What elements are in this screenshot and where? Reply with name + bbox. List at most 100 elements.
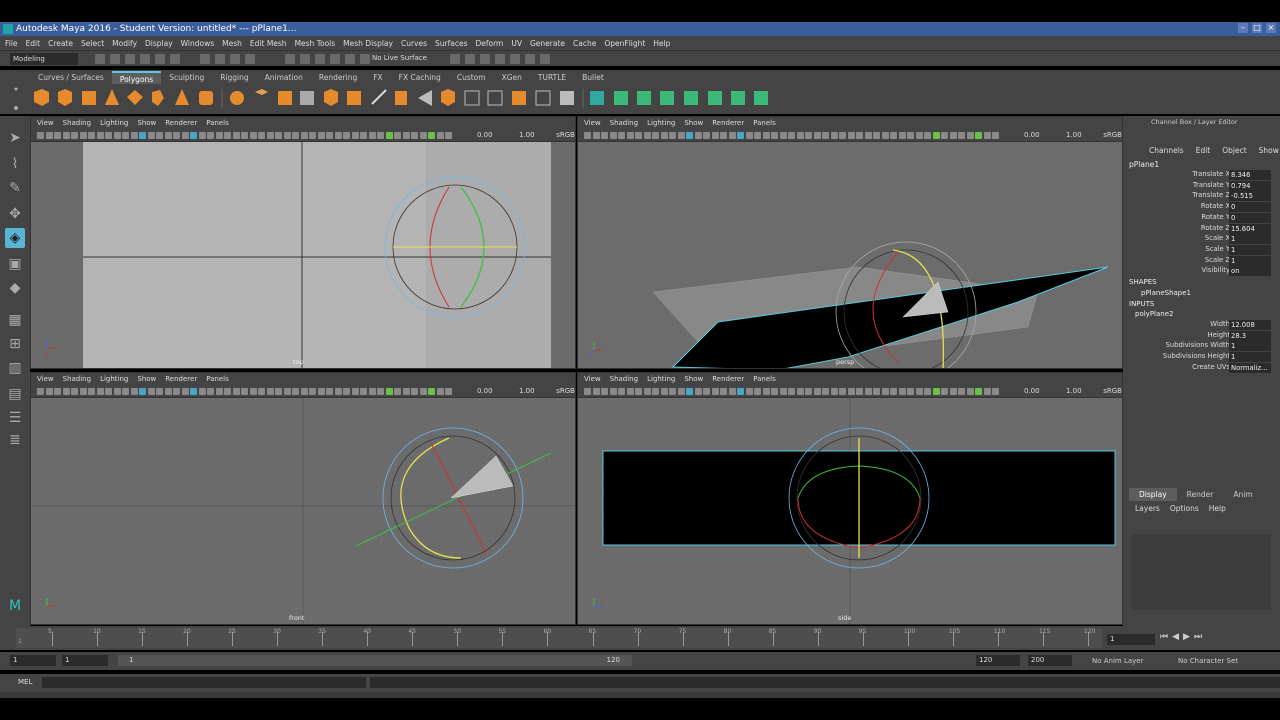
viewport-tool-icon[interactable] xyxy=(949,388,957,395)
exposure-field[interactable]: 0.00 xyxy=(1024,131,1044,140)
viewport-tool-icon[interactable] xyxy=(232,132,240,139)
four-pane-layout-icon[interactable]: ⊞ xyxy=(5,334,25,354)
help-menu[interactable]: Help xyxy=(1209,504,1226,513)
viewport-tool-icon[interactable] xyxy=(839,132,846,139)
viewport-tool-icon[interactable] xyxy=(207,388,214,395)
viewport-menu-view[interactable]: View xyxy=(584,375,601,383)
viewport-tool-icon[interactable] xyxy=(419,388,427,395)
range-bar[interactable]: 1 120 xyxy=(118,655,632,666)
viewport-tool-icon[interactable] xyxy=(190,132,197,139)
shelf-tab-rigging[interactable]: Rigging xyxy=(212,71,256,84)
viewport-menu-view[interactable]: View xyxy=(584,119,601,127)
viewport-tool-icon[interactable] xyxy=(677,388,685,395)
status-line-icon[interactable] xyxy=(215,54,225,64)
viewport-menu-renderer[interactable]: Renderer xyxy=(712,119,744,127)
viewport-tool-icon[interactable] xyxy=(788,388,795,395)
object-name[interactable]: pPlane1 xyxy=(1129,160,1159,169)
viewport-tool-icon[interactable] xyxy=(130,388,138,395)
viewport-tool-icon[interactable] xyxy=(266,132,274,139)
layer-list[interactable] xyxy=(1131,534,1271,610)
viewport-tool-icon[interactable] xyxy=(652,132,659,139)
shelf-tab-sculpting[interactable]: Sculpting xyxy=(161,71,212,84)
viewport-tool-icon[interactable] xyxy=(745,132,753,139)
viewport-tool-icon[interactable] xyxy=(419,132,427,139)
viewport-tool-icon[interactable] xyxy=(652,388,659,395)
viewport-tool-icon[interactable] xyxy=(686,132,693,139)
viewport-tool-icon[interactable] xyxy=(720,132,727,139)
input-attr-value[interactable]: 1 xyxy=(1229,341,1271,352)
viewport-menu-panels[interactable]: Panels xyxy=(753,119,776,127)
channel-attr-value[interactable]: 0.794 xyxy=(1229,180,1271,191)
viewport-tool-icon[interactable] xyxy=(181,132,189,139)
viewport-tool-icon[interactable] xyxy=(584,132,591,139)
viewport-tool-icon[interactable] xyxy=(37,132,44,139)
gamma-field[interactable]: 1.00 xyxy=(519,387,539,396)
viewport-menu-renderer[interactable]: Renderer xyxy=(165,119,197,127)
viewport-tool-icon[interactable] xyxy=(377,132,384,139)
viewport-tool-icon[interactable] xyxy=(343,132,350,139)
viewport-tool-icon[interactable] xyxy=(113,132,121,139)
viewport-tool-icon[interactable] xyxy=(88,132,95,139)
viewport-tool-icon[interactable] xyxy=(173,388,180,395)
viewport-tool-icon[interactable] xyxy=(609,388,617,395)
viewport-tool-icon[interactable] xyxy=(343,388,350,395)
status-line-icon[interactable] xyxy=(330,54,340,64)
viewport-tool-icon[interactable] xyxy=(96,132,104,139)
viewport-tool-icon[interactable] xyxy=(130,132,138,139)
status-line-icon[interactable] xyxy=(300,54,310,64)
viewport-tool-icon[interactable] xyxy=(873,132,880,139)
graph-layout-icon[interactable]: ☰ xyxy=(5,408,25,428)
viewport-tool-icon[interactable] xyxy=(847,388,855,395)
viewport-tool-icon[interactable] xyxy=(635,388,642,395)
viewport-tool-icon[interactable] xyxy=(445,132,452,139)
script-language-toggle[interactable]: MEL xyxy=(18,678,32,686)
menu-mesh-display[interactable]: Mesh Display xyxy=(343,39,393,48)
status-line-icon[interactable] xyxy=(125,54,135,64)
viewport-menu-renderer[interactable]: Renderer xyxy=(712,375,744,383)
channel-attr-row[interactable]: Translate X 8.346 xyxy=(1123,170,1280,180)
viewport-tool-icon[interactable] xyxy=(771,132,778,139)
channel-attr-row[interactable]: Scale Y1 xyxy=(1123,244,1280,255)
front-view-scene[interactable] xyxy=(31,398,576,625)
viewport-tool-icon[interactable] xyxy=(147,132,155,139)
viewport-tool-icon[interactable] xyxy=(198,388,206,395)
viewport-tool-icon[interactable] xyxy=(677,132,685,139)
layers-menu[interactable]: Layers xyxy=(1135,504,1160,513)
viewport-menu-shading[interactable]: Shading xyxy=(610,375,638,383)
viewport-tool-icon[interactable] xyxy=(941,388,948,395)
viewport-tool-icon[interactable] xyxy=(241,388,248,395)
status-line-icon[interactable] xyxy=(110,54,120,64)
viewport-tool-icon[interactable] xyxy=(300,388,308,395)
channel-attr-row[interactable]: Translate Y 0.794 xyxy=(1123,180,1280,191)
viewport-tool-icon[interactable] xyxy=(754,132,761,139)
channel-attr-row[interactable]: Visibility on xyxy=(1123,266,1280,277)
viewport-tool-icon[interactable] xyxy=(711,132,719,139)
shelf-tab-fx-caching[interactable]: FX Caching xyxy=(391,71,449,84)
menu-deform[interactable]: Deform xyxy=(475,39,503,48)
shelf-tab-curves-surfaces[interactable]: Curves / Surfaces xyxy=(30,71,112,84)
viewport-tool-icon[interactable] xyxy=(881,132,889,139)
status-line-icon[interactable] xyxy=(140,54,150,64)
viewport-tool-icon[interactable] xyxy=(856,388,863,395)
menu-windows[interactable]: Windows xyxy=(181,39,214,48)
layer-tab-display[interactable]: Display xyxy=(1129,488,1177,501)
viewport-tool-icon[interactable] xyxy=(402,132,410,139)
viewport-tool-icon[interactable] xyxy=(907,132,914,139)
input-attr-row[interactable]: Height 28.3 xyxy=(1123,330,1280,341)
shelf-tab-custom[interactable]: Custom xyxy=(449,71,494,84)
menu-modify[interactable]: Modify xyxy=(112,39,137,48)
viewport-menu-shading[interactable]: Shading xyxy=(63,375,91,383)
viewport-tool-icon[interactable] xyxy=(762,132,770,139)
viewport-tool-icon[interactable] xyxy=(173,132,180,139)
viewport-tool-icon[interactable] xyxy=(694,132,702,139)
layer-tab-render[interactable]: Render xyxy=(1177,488,1224,501)
viewport-tool-icon[interactable] xyxy=(368,388,376,395)
status-line-icon[interactable] xyxy=(450,54,460,64)
start-time-field[interactable]: 1 xyxy=(10,655,56,666)
viewport-tool-icon[interactable] xyxy=(754,388,761,395)
last-tool-icon[interactable]: ◆ xyxy=(5,278,25,298)
viewport-tool-icon[interactable] xyxy=(309,132,316,139)
viewport-tool-icon[interactable] xyxy=(584,388,591,395)
rotate-tool-icon[interactable]: ◈ xyxy=(5,228,25,248)
playback-end-field[interactable]: 120 xyxy=(976,655,1020,666)
